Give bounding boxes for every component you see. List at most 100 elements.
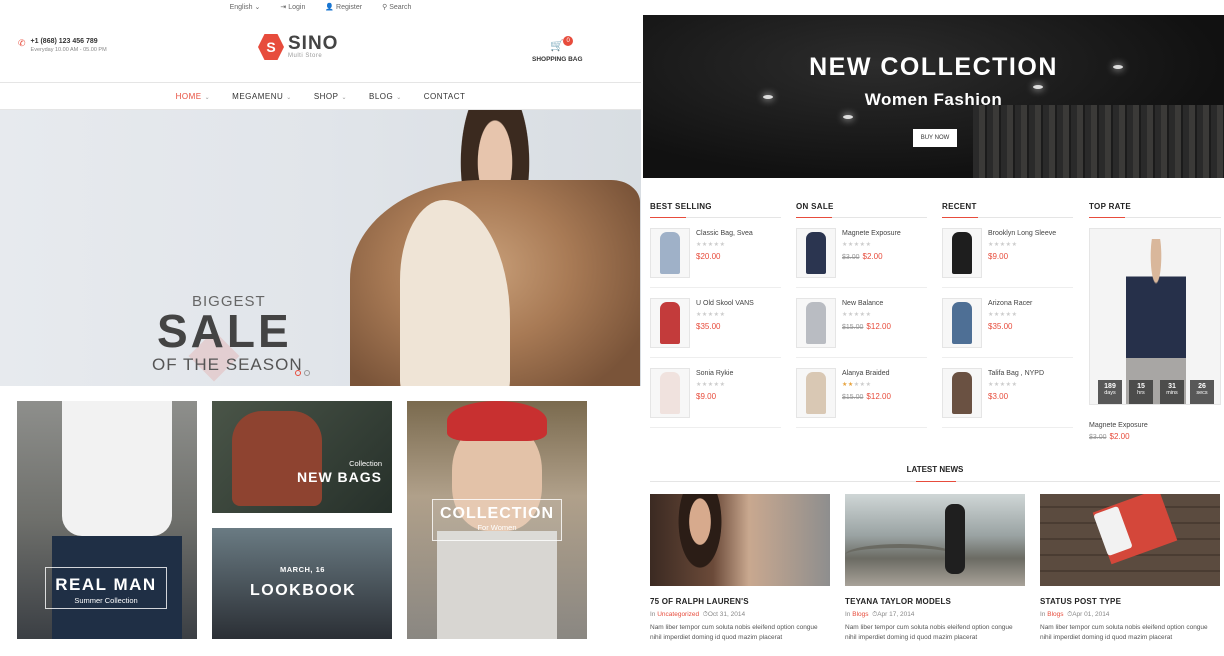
product-name[interactable]: Sonia Rykie (696, 370, 733, 377)
register-label: Register (336, 4, 363, 11)
news-post-image[interactable] (650, 494, 830, 586)
search-link[interactable]: ⚲ Search (382, 3, 411, 14)
product-name[interactable]: Arizona Racer (988, 300, 1032, 307)
top-rate-price: $3.00 $2.00 (1089, 432, 1130, 441)
top-rate-product-name[interactable]: Magnete Exposure (1089, 422, 1148, 429)
right-homepage-preview: NEW COLLECTION Women Fashion BUY NOW BES… (643, 15, 1224, 656)
slider-dot[interactable] (304, 370, 310, 376)
rating-stars: ★★★★★ (988, 241, 1017, 248)
news-post-category[interactable]: Blogs (1047, 611, 1063, 618)
product-thumbnail[interactable] (650, 228, 690, 278)
news-post[interactable]: 75 OF RALPH LAUREN'S In Uncategorized ⏱O… (650, 494, 830, 642)
product-item[interactable]: New Balance ★★★★★ $15.00 $12.00 (796, 298, 927, 358)
banner-new-bags[interactable]: Collection NEW BAGS (212, 401, 392, 513)
product-thumbnail[interactable] (796, 298, 836, 348)
product-image (952, 232, 972, 274)
column-heading: RECENT (942, 202, 1073, 218)
product-thumbnail[interactable] (942, 228, 982, 278)
nav-item-shop[interactable]: SHOP ⌄ (314, 92, 347, 101)
current-price: $2.00 (862, 252, 883, 261)
product-price: $3.00 (988, 392, 1008, 401)
product-item[interactable]: Alanya Braided ★★★★★ $15.00 $12.00 (796, 368, 927, 428)
product-item[interactable]: Magnete Exposure ★★★★★ $3.00 $2.00 (796, 228, 927, 288)
product-price: $20.00 (696, 252, 720, 261)
banner-real-man[interactable]: REAL MAN Summer Collection (17, 401, 197, 639)
product-thumbnail[interactable] (650, 298, 690, 348)
product-name[interactable]: Classic Bag, Svea (696, 230, 753, 237)
product-name[interactable]: U Old Skool VANS (696, 300, 754, 307)
product-thumbnail[interactable] (796, 368, 836, 418)
buy-now-button[interactable]: BUY NOW (913, 129, 957, 147)
news-post[interactable]: TEYANA TAYLOR MODELS In Blogs ⏱Apr 17, 2… (845, 494, 1025, 642)
product-image (952, 372, 972, 414)
product-name[interactable]: Magnete Exposure (842, 230, 901, 237)
column-heading: TOP RATE (1089, 202, 1221, 218)
banner-collection-women[interactable]: COLLECTION For Women (407, 401, 587, 639)
product-item[interactable]: U Old Skool VANS ★★★★★ $35.00 (650, 298, 781, 358)
news-post[interactable]: STATUS POST TYPE In Blogs ⏱Apr 01, 2014 … (1040, 494, 1220, 642)
main-nav: HOME ⌄ MEGAMENU ⌄ SHOP ⌄ BLOG ⌄ CONTACT (0, 82, 641, 110)
rating-stars: ★★★★★ (988, 381, 1017, 388)
current-price: $35.00 (988, 322, 1013, 331)
product-name[interactable]: Talifa Bag , NYPD (988, 370, 1044, 377)
current-price: $9.00 (696, 392, 717, 401)
login-link[interactable]: ⇥ Login (280, 3, 305, 14)
news-post-title[interactable]: TEYANA TAYLOR MODELS (845, 597, 1025, 606)
news-post-date: Apr 01, 2014 (1072, 611, 1110, 618)
product-price: $9.00 (696, 392, 716, 401)
product-item[interactable]: Classic Bag, Svea ★★★★★ $20.00 (650, 228, 781, 288)
product-name[interactable]: New Balance (842, 300, 883, 307)
news-post-title[interactable]: STATUS POST TYPE (1040, 597, 1220, 606)
current-price: $12.00 (866, 392, 891, 401)
product-item[interactable]: Arizona Racer ★★★★★ $35.00 (942, 298, 1073, 358)
register-link[interactable]: 👤 Register (325, 3, 362, 14)
product-thumbnail[interactable] (942, 298, 982, 348)
banner-lookbook[interactable]: MARCH, 16 LOOKBOOK (212, 528, 392, 639)
product-image (806, 302, 826, 344)
site-logo[interactable]: S SINO Multi Store (258, 34, 338, 60)
slider-dot-active[interactable] (295, 370, 301, 376)
news-post-category[interactable]: Blogs (852, 611, 868, 618)
star-icon: ★ (1011, 382, 1018, 388)
news-post-excerpt: Nam liber tempor cum soluta nobis eleife… (650, 624, 818, 641)
product-thumbnail[interactable] (796, 228, 836, 278)
nav-item-home[interactable]: HOME ⌄ (176, 92, 211, 101)
news-post-image[interactable] (845, 494, 1025, 586)
countdown-unit: secs (1196, 390, 1208, 396)
divider (942, 427, 1073, 428)
rating-stars: ★★★★★ (988, 311, 1017, 318)
news-post-category[interactable]: Uncategorized (657, 611, 699, 618)
ceiling-light (1033, 85, 1043, 89)
countdown-value: 31 (1168, 383, 1176, 390)
nav-item-megamenu[interactable]: MEGAMENU ⌄ (232, 92, 292, 101)
star-icon: ★ (865, 382, 872, 388)
cart-icon: 🛒 0 (550, 36, 574, 52)
news-post-title[interactable]: 75 OF RALPH LAUREN'S (650, 597, 830, 606)
new-collection-banner[interactable]: NEW COLLECTION Women Fashion BUY NOW (643, 15, 1224, 178)
product-name[interactable]: Brooklyn Long Sleeve (988, 230, 1056, 237)
product-thumbnail[interactable] (650, 368, 690, 418)
nav-label: CONTACT (423, 91, 466, 101)
column-on-sale: ON SALE Magnete Exposure ★★★★★ $3.00 $2.00 N… (796, 202, 927, 428)
countdown-value: 26 (1198, 383, 1206, 390)
divider (796, 287, 927, 288)
news-post-image[interactable] (1040, 494, 1220, 586)
hero-line-2: SALE (157, 305, 292, 357)
product-image (660, 232, 680, 274)
product-image (660, 372, 680, 414)
star-icon: ★ (719, 242, 726, 248)
product-thumbnail[interactable] (942, 368, 982, 418)
product-item[interactable]: Sonia Rykie ★★★★★ $9.00 (650, 368, 781, 428)
product-name[interactable]: Alanya Braided (842, 370, 889, 377)
language-select[interactable]: English ⌄ (230, 3, 261, 14)
top-rate-product-image[interactable]: 189 days 15 hrs 31 mins 26 secs (1089, 228, 1221, 405)
product-item[interactable]: Brooklyn Long Sleeve ★★★★★ $9.00 (942, 228, 1073, 288)
old-price: $3.00 (842, 254, 860, 261)
product-item[interactable]: Talifa Bag , NYPD ★★★★★ $3.00 (942, 368, 1073, 428)
nav-item-blog[interactable]: BLOG ⌄ (369, 92, 402, 101)
cart-count-badge: 0 (563, 36, 574, 46)
rating-stars: ★★★★★ (696, 241, 725, 248)
hero-slider[interactable]: BIGGEST SALE OF THE SEASON (0, 110, 641, 386)
nav-item-contact[interactable]: CONTACT (424, 92, 466, 101)
shopping-bag-button[interactable]: 🛒 0 SHOPPING BAG (532, 36, 583, 63)
